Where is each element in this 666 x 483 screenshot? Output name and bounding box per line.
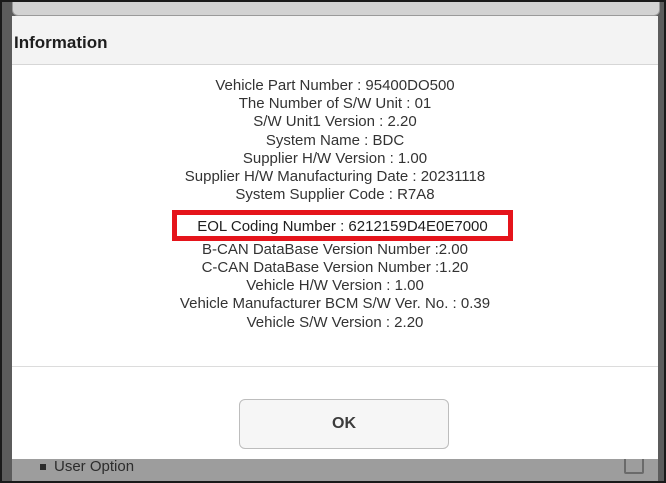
info-line-sw-unit1-version: S/W Unit1 Version : 2.20	[253, 113, 417, 131]
ok-button[interactable]: OK	[239, 399, 449, 449]
info-line-system-supplier-code: System Supplier Code : R7A8	[235, 186, 435, 204]
information-dialog: Information Vehicle Part Number : 95400D…	[12, 16, 658, 459]
info-line-vehicle-hw-version: Vehicle H/W Version : 1.00	[246, 277, 424, 295]
bullet-icon	[40, 464, 46, 471]
screen-frame: User Option Information Vehicle Part Num…	[0, 0, 666, 483]
info-line-sw-unit-count: The Number of S/W Unit : 01	[238, 95, 432, 113]
eol-coding-highlight-box: EOL Coding Number : 6212159D4E0E7000	[172, 210, 513, 241]
dialog-divider	[12, 366, 658, 367]
info-line-vehicle-part-number: Vehicle Part Number : 95400DO500	[215, 77, 455, 94]
background-item-label: User Option	[54, 458, 135, 475]
info-line-ccan-db-version: C-CAN DataBase Version Number :1.20	[201, 259, 469, 277]
info-list: Vehicle Part Number : 95400DO500 The Num…	[12, 77, 658, 332]
info-line-bcan-db-version: B-CAN DataBase Version Number :2.00	[202, 240, 468, 258]
info-line-eol-coding-number: EOL Coding Number : 6212159D4E0E7000	[197, 218, 488, 235]
dialog-title: Information	[14, 33, 108, 52]
info-line-vehicle-sw-version: Vehicle S/W Version : 2.20	[246, 313, 424, 331]
dialog-header: Information	[12, 16, 658, 65]
info-line-system-name: System Name : BDC	[265, 131, 405, 149]
info-line-bcm-sw-version: Vehicle Manufacturer BCM S/W Ver. No. : …	[179, 295, 491, 313]
info-line-supplier-hw-version: Supplier H/W Version : 1.00	[242, 149, 428, 167]
background-app-strip	[12, 2, 660, 16]
info-line-supplier-hw-date: Supplier H/W Manufacturing Date : 202311…	[184, 168, 486, 186]
